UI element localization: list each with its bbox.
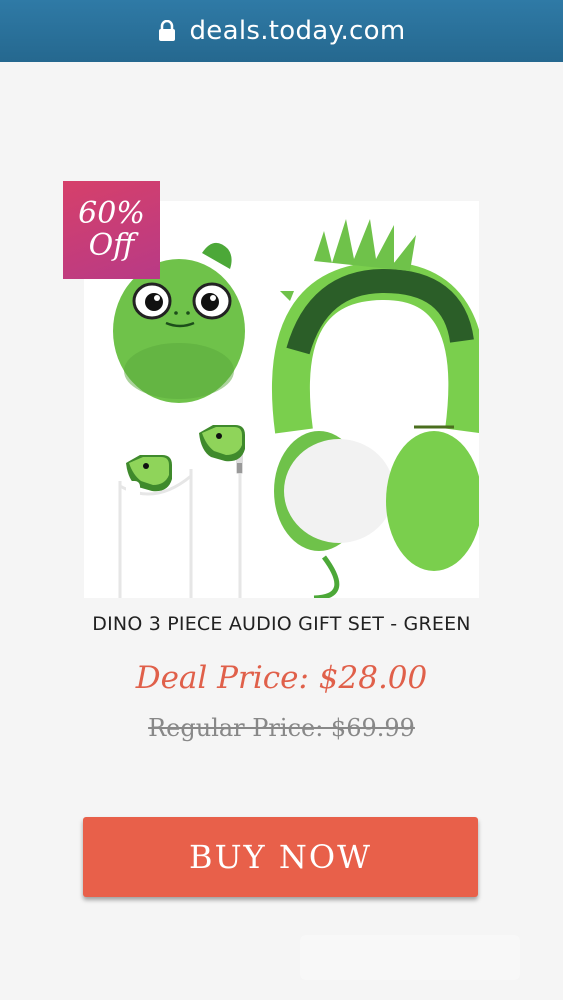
lock-icon [158, 20, 175, 41]
regular-price: Regular Price: $69.99 [148, 714, 415, 742]
product-title: DINO 3 PIECE AUDIO GIFT SET - GREEN [92, 613, 471, 635]
discount-label: Off [88, 228, 135, 263]
buy-now-button[interactable]: BUY NOW [83, 817, 478, 897]
url-text[interactable]: deals.today.com [190, 16, 406, 46]
discount-badge: 60% Off [63, 181, 160, 279]
watermark-overlay [300, 935, 520, 980]
discount-percent: 60% [78, 196, 145, 231]
deal-price: Deal Price: $28.00 [135, 660, 428, 696]
dino-headphones-image [272, 219, 487, 601]
browser-url-bar[interactable]: deals.today.com [0, 0, 563, 62]
